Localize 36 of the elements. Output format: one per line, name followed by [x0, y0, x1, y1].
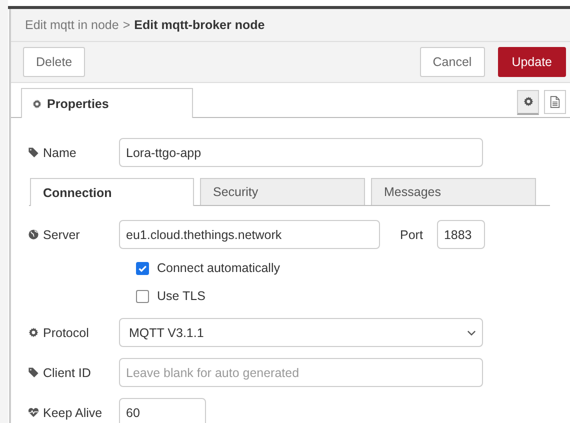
- dialog-title: Edit mqtt-broker node: [134, 18, 265, 32]
- settings-button[interactable]: [517, 90, 539, 114]
- keep-alive-field[interactable]: 60: [119, 398, 206, 423]
- delete-button[interactable]: Delete: [23, 47, 86, 77]
- tag-icon: [28, 367, 39, 378]
- field-label: Port: [400, 228, 423, 242]
- update-button[interactable]: Update: [498, 47, 566, 77]
- checkbox[interactable]: [136, 290, 149, 302]
- protocol-dropdown[interactable]: MQTT V3.1.1: [119, 318, 483, 347]
- field-label: Server: [43, 228, 80, 242]
- name-field[interactable]: Lora-ttgo-app: [119, 138, 483, 167]
- breadcrumb-separator: >: [122, 18, 130, 32]
- server-field[interactable]: eu1.cloud.thethings.network: [119, 220, 380, 249]
- breadcrumb-link[interactable]: Edit mqtt in node: [25, 18, 119, 32]
- field-label: Name: [43, 146, 76, 160]
- gear-icon: [522, 96, 534, 107]
- gear-icon: [32, 98, 42, 108]
- cancel-button[interactable]: Cancel: [420, 47, 485, 77]
- checkbox-label: Use TLS: [157, 289, 206, 303]
- chevron-down-icon: [467, 330, 476, 336]
- heartbeat-icon: [28, 407, 39, 418]
- gear-icon: [28, 327, 39, 338]
- field-label: Client ID: [43, 366, 91, 380]
- client-id-field[interactable]: Leave blank for auto generated: [119, 358, 483, 387]
- section-tab[interactable]: Messages: [371, 178, 536, 205]
- tag-icon: [28, 147, 39, 158]
- field-label: Protocol: [43, 326, 89, 340]
- properties-tab[interactable]: Properties: [21, 88, 193, 118]
- field-label: Keep Alive: [43, 406, 102, 420]
- section-tab[interactable]: Security: [200, 178, 365, 205]
- checkbox[interactable]: [136, 262, 149, 274]
- checkbox-label: Connect automatically: [157, 261, 280, 275]
- document-icon: [550, 96, 560, 108]
- section-tab[interactable]: Connection: [30, 178, 194, 206]
- port-field[interactable]: 1883: [436, 220, 485, 249]
- description-button[interactable]: [544, 90, 566, 114]
